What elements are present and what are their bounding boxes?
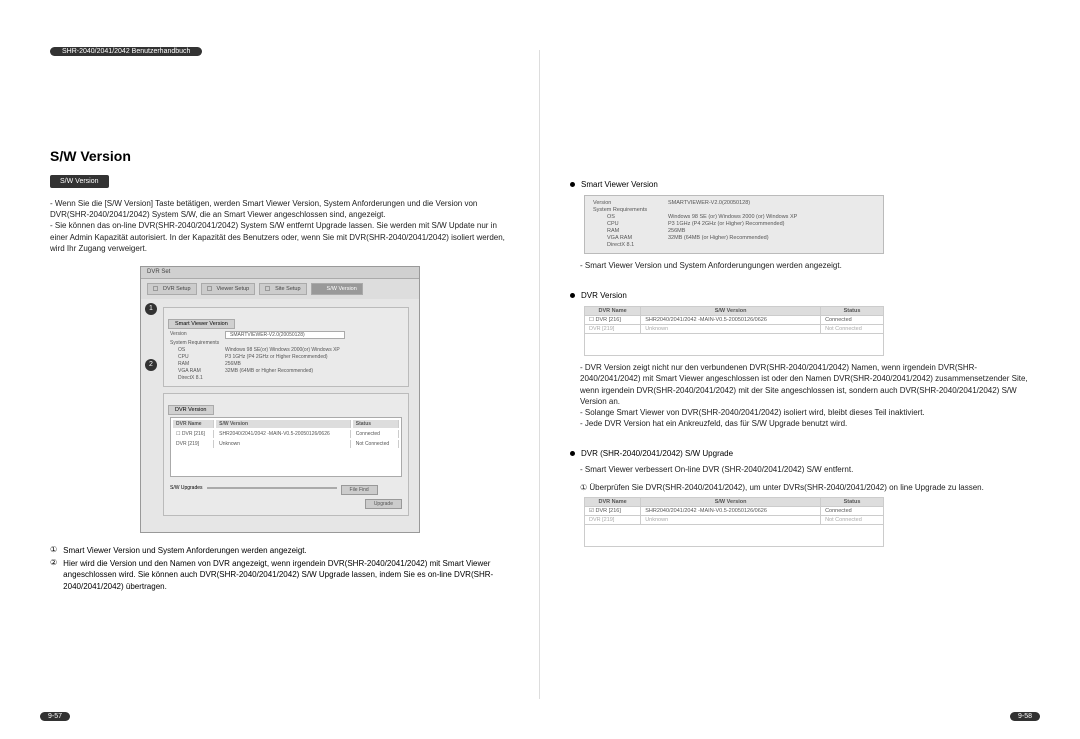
page-number: 9-57 [40, 712, 70, 721]
tab-site-setup[interactable]: Site Setup [259, 283, 306, 295]
table-row[interactable]: ☑ DVR [216]SHR2040/2041/2042 -MAIN-V0.5-… [585, 506, 884, 515]
dvr-version-table: DVR NameS/W VersionStatus ☐ DVR [216]SHR… [170, 417, 402, 477]
table-row[interactable]: ☐ DVR [216]SHR2040/2041/2042 -MAIN-V0.5-… [173, 430, 399, 438]
tab-sw-version[interactable]: S/W Version [311, 283, 363, 295]
intro-paragraph: - Wenn Sie die [S/W Version] Taste betät… [50, 198, 510, 254]
note-text: - Jede DVR Version hat ein Ankreuzfeld, … [570, 418, 1030, 429]
tab-viewer-setup[interactable]: Viewer Setup [201, 283, 256, 295]
checkbox-icon[interactable]: ☐ [176, 431, 180, 437]
section-title: S/W Version [50, 148, 510, 164]
checkbox-icon[interactable]: ☐ [589, 317, 594, 323]
tab-badge-icon: S/W Version [50, 175, 109, 188]
panel-system-requirements: VersionSMARTVIEWER-V2.0(20050128) System… [584, 195, 884, 254]
table-row: DVR [219]UnknownNot Connected [173, 440, 399, 448]
table-row: DVR [219]UnknownNot Connected [585, 325, 884, 334]
page-number: 9-58 [1010, 712, 1040, 721]
table-row: DVR [219]UnknownNot Connected [585, 515, 884, 524]
note-text: - Smart Viewer verbessert On-line DVR (S… [570, 464, 1030, 475]
screenshot-tabs: DVR Setup Viewer Setup Site Setup S/W Ve… [141, 279, 419, 299]
upgrade-button[interactable]: Upgrade [365, 499, 402, 509]
callout-2-badge: 2 [145, 359, 157, 371]
checkbox-icon[interactable]: ☑ [589, 508, 594, 514]
tab-icon [317, 286, 322, 291]
file-find-button[interactable]: File Find [341, 485, 378, 495]
group-dvr-version: DVR Version DVR NameS/W VersionStatus ☐ … [163, 393, 409, 516]
tab-icon [207, 286, 212, 291]
callout-1-badge: 1 [145, 303, 157, 315]
subhead-sw-upgrade: DVR (SHR-2040/2041/2042) S/W Upgrade [570, 449, 1030, 458]
page-spread: SHR-2040/2041/2042 Benutzerhandbuch S/W … [0, 0, 1080, 739]
dvr-upgrade-table: DVR NameS/W VersionStatus ☑ DVR [216]SHR… [584, 497, 884, 547]
note-text: - Solange Smart Viewer von DVR(SHR-2040/… [570, 407, 1030, 418]
bullet-icon [570, 293, 575, 298]
bullet-icon [570, 451, 575, 456]
group-title: DVR Version [168, 405, 214, 415]
table-row[interactable]: ☐ DVR [216]SHR2040/2041/2042 -MAIN-V0.5-… [585, 316, 884, 325]
callout-2-text: ②Hier wird die Version und den Namen von… [50, 558, 510, 592]
subhead-smart-viewer-version: Smart Viewer Version [570, 180, 1030, 189]
subhead-dvr-version: DVR Version [570, 291, 1030, 300]
page-right: Smart Viewer Version VersionSMARTVIEWER-… [540, 0, 1080, 739]
bullet-icon [570, 182, 575, 187]
upgrade-step-1: ① Überprüfen Sie DVR(SHR-2040/2041/2042)… [570, 482, 1030, 493]
manual-header: SHR-2040/2041/2042 Benutzerhandbuch [50, 47, 202, 56]
dvr-version-table: DVR NameS/W VersionStatus ☐ DVR [216]SHR… [584, 306, 884, 356]
page-left: SHR-2040/2041/2042 Benutzerhandbuch S/W … [0, 0, 540, 739]
note-text: - DVR Version zeigt nicht nur den verbun… [570, 362, 1030, 407]
callout-1-text: ①Smart Viewer Version und System Anforde… [50, 545, 510, 556]
file-path-field[interactable] [207, 487, 337, 489]
tab-icon [265, 286, 270, 291]
screenshot-titlebar: DVR Set [141, 267, 419, 279]
tab-icon [153, 286, 158, 291]
note-text: - Smart Viewer Version und System Anford… [570, 260, 1030, 271]
group-title: Smart Viewer Version [168, 319, 235, 329]
screenshot-sw-version: DVR Set DVR Setup Viewer Setup Site Setu… [140, 266, 420, 533]
version-field: SMARTVIEWER-V2.0(20050128) [225, 331, 345, 339]
group-smart-viewer-version: Smart Viewer Version VersionSMARTVIEWER-… [163, 307, 409, 387]
tab-dvr-setup[interactable]: DVR Setup [147, 283, 197, 295]
